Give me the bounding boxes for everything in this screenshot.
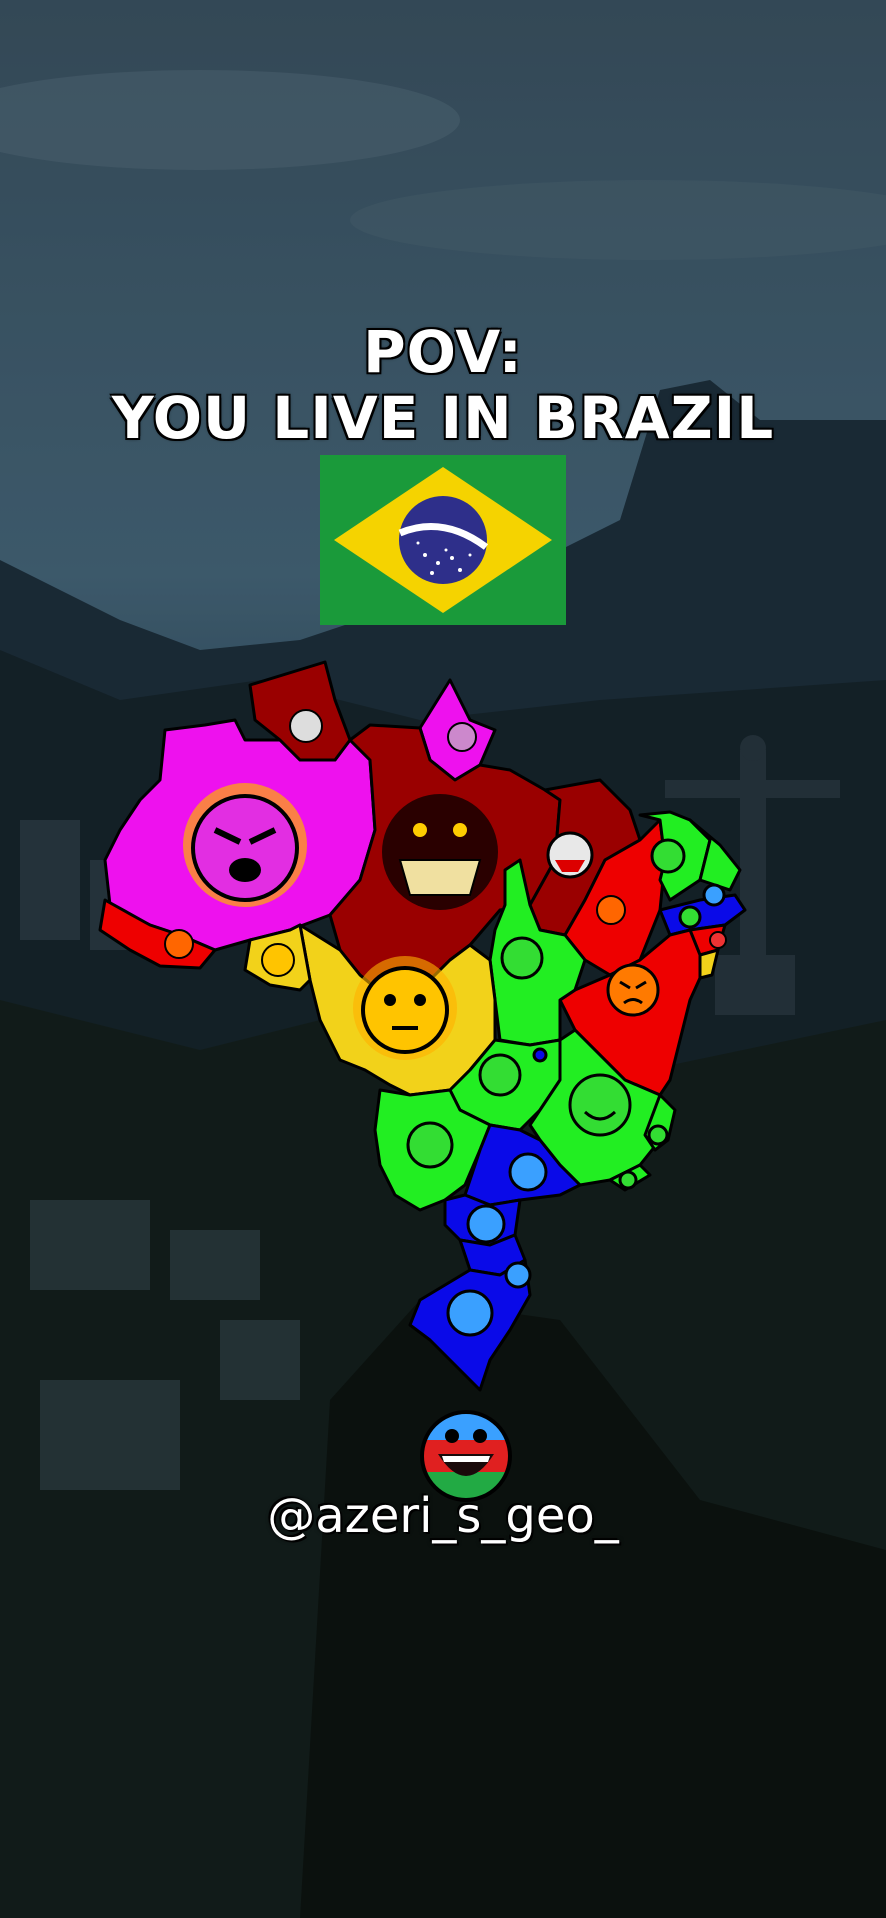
region-sergipe bbox=[698, 948, 720, 980]
happy-face-icon bbox=[568, 1073, 632, 1137]
region-df bbox=[532, 1047, 548, 1063]
brazil-map bbox=[98, 660, 747, 1392]
mad-face-icon bbox=[606, 963, 660, 1017]
demon-face-icon bbox=[382, 794, 498, 910]
neutral-face-icon bbox=[353, 956, 457, 1060]
angry-face-icon bbox=[183, 783, 307, 907]
watermark-handle: @azeri_s_geo_ bbox=[267, 1488, 619, 1544]
demon-red-face-icon bbox=[546, 831, 594, 879]
